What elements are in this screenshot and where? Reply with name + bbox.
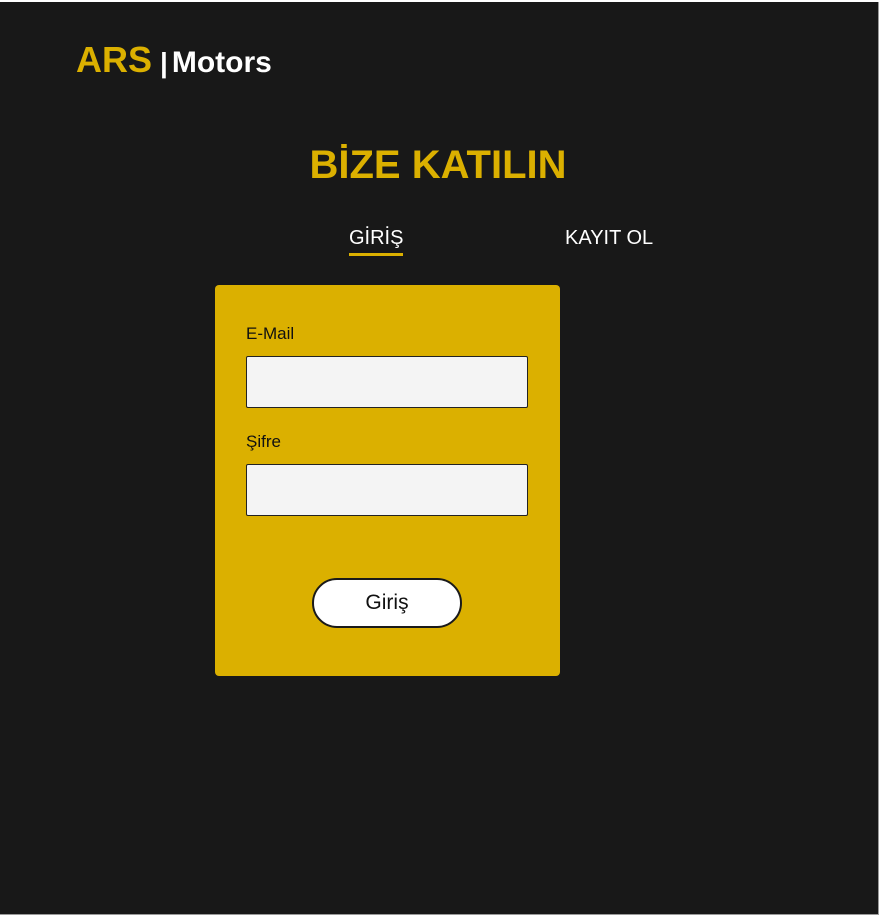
password-label: Şifre (246, 432, 281, 451)
page-title: BİZE KATILIN (309, 143, 567, 187)
page-viewport: ARS | Motors BİZE KATILIN GİRİŞ KAYIT OL E… (0, 2, 879, 915)
tab-register[interactable]: KAYIT OL (565, 226, 653, 250)
email-field[interactable] (246, 356, 528, 408)
password-field[interactable] (246, 464, 528, 516)
site-logo[interactable]: ARS | Motors (76, 42, 272, 78)
email-label: E-Mail (246, 324, 295, 343)
login-form-card: E-Mail Şifre Giriş (215, 285, 560, 676)
tab-login[interactable]: GİRİŞ (349, 226, 404, 256)
logo-separator: | (160, 47, 168, 78)
login-submit-button[interactable]: Giriş (312, 578, 462, 628)
logo-name: Motors (171, 46, 272, 79)
logo-brand: ARS (76, 39, 153, 80)
